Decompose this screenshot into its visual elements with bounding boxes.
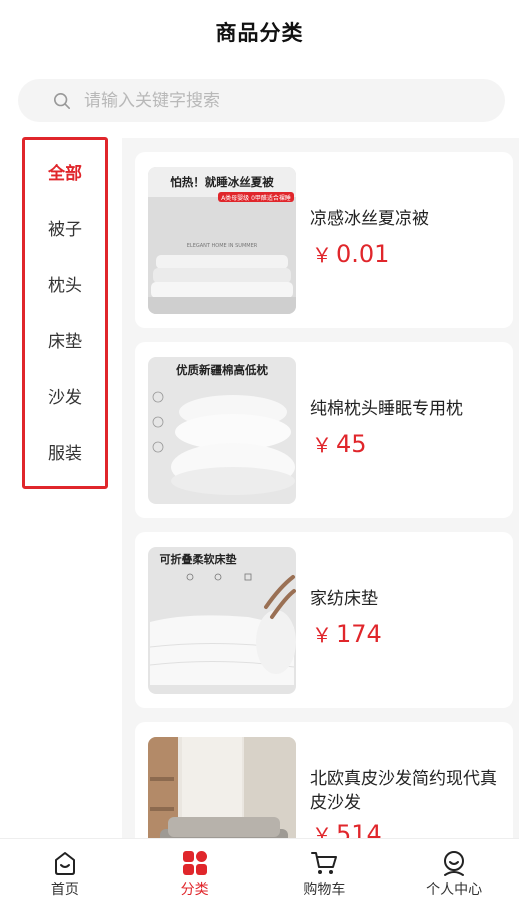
tab-label: 分类 <box>180 882 209 898</box>
sidebar-item-mattress[interactable]: 床垫 <box>25 311 105 367</box>
product-name: 凉感冰丝夏凉被 <box>310 209 429 229</box>
product-name: 纯棉枕头睡眠专用枕 <box>310 399 463 419</box>
tab-label: 首页 <box>50 882 79 898</box>
product-name: 家纺床垫 <box>310 589 378 609</box>
currency-symbol: ￥ <box>312 433 332 457</box>
tab-home[interactable]: 首页 <box>0 839 130 903</box>
product-image-text: 优质新疆棉高低枕 <box>176 363 268 377</box>
product-image-tag: A类母婴级 0甲醛适合裸睡 <box>221 194 291 202</box>
product-image: 可折叠柔软床垫 <box>148 547 296 694</box>
product-image: 怕热！就睡冰丝夏被 A类母婴级 0甲醛适合裸睡 ELEGANT HOME IN … <box>148 167 296 314</box>
category-sidebar: 全部 被子 枕头 床垫 沙发 服装 <box>22 137 108 489</box>
product-price: ￥ 514 <box>312 819 382 838</box>
currency-symbol: ￥ <box>312 623 332 647</box>
price-value: 514 <box>336 820 382 838</box>
product-image-text: 怕热！就睡冰丝夏被 <box>170 175 274 189</box>
product-image-sub: ELEGANT HOME IN SUMMER <box>187 243 258 249</box>
product-card[interactable]: 优质新疆棉高低枕 纯棉枕头睡眠专用枕 ￥ 45 <box>135 342 513 518</box>
tab-profile[interactable]: 个人中心 <box>389 839 519 903</box>
sidebar-item-quilt[interactable]: 被子 <box>25 199 105 255</box>
bottom-tab-bar: 首页 分类 购物车 个人中心 <box>0 838 519 903</box>
sidebar-item-sofa[interactable]: 沙发 <box>25 367 105 423</box>
category-icon <box>182 851 207 875</box>
product-price: ￥ 0.01 <box>312 239 389 268</box>
price-value: 0.01 <box>336 240 390 268</box>
page-header: 商品分类 <box>0 0 519 64</box>
home-icon <box>54 852 75 875</box>
product-list: 怕热！就睡冰丝夏被 A类母婴级 0甲醛适合裸睡 ELEGANT HOME IN … <box>122 138 519 838</box>
price-value: 45 <box>336 430 367 458</box>
search-bar[interactable] <box>18 79 505 122</box>
product-card[interactable]: 可折叠柔软床垫 家纺床垫 ￥ 174 <box>135 532 513 708</box>
tab-label: 购物车 <box>303 882 346 898</box>
sidebar-item-pillow[interactable]: 枕头 <box>25 255 105 311</box>
search-icon <box>53 92 71 109</box>
price-value: 174 <box>336 620 382 648</box>
product-image: 优质新疆棉高低枕 <box>148 357 296 504</box>
tab-label: 个人中心 <box>426 882 483 898</box>
product-name: 北欧真皮沙发简约现代真皮沙发 <box>310 769 497 813</box>
sidebar-item-all[interactable]: 全部 <box>25 143 105 199</box>
page-title: 商品分类 <box>215 21 304 45</box>
product-image <box>148 737 296 838</box>
currency-symbol: ￥ <box>312 823 332 838</box>
sidebar-item-clothing[interactable]: 服装 <box>25 423 105 479</box>
product-image-text: 可折叠柔软床垫 <box>160 552 237 566</box>
product-price: ￥ 45 <box>312 429 367 458</box>
profile-icon <box>444 851 465 876</box>
currency-symbol: ￥ <box>312 243 332 267</box>
cart-icon <box>311 852 338 874</box>
product-price: ￥ 174 <box>312 619 382 648</box>
search-input[interactable] <box>84 90 464 111</box>
tab-cart[interactable]: 购物车 <box>260 839 390 903</box>
product-card[interactable]: 北欧真皮沙发简约现代真皮沙发 ￥ 514 <box>135 722 513 838</box>
product-card[interactable]: 怕热！就睡冰丝夏被 A类母婴级 0甲醛适合裸睡 ELEGANT HOME IN … <box>135 152 513 328</box>
tab-category[interactable]: 分类 <box>130 839 260 903</box>
